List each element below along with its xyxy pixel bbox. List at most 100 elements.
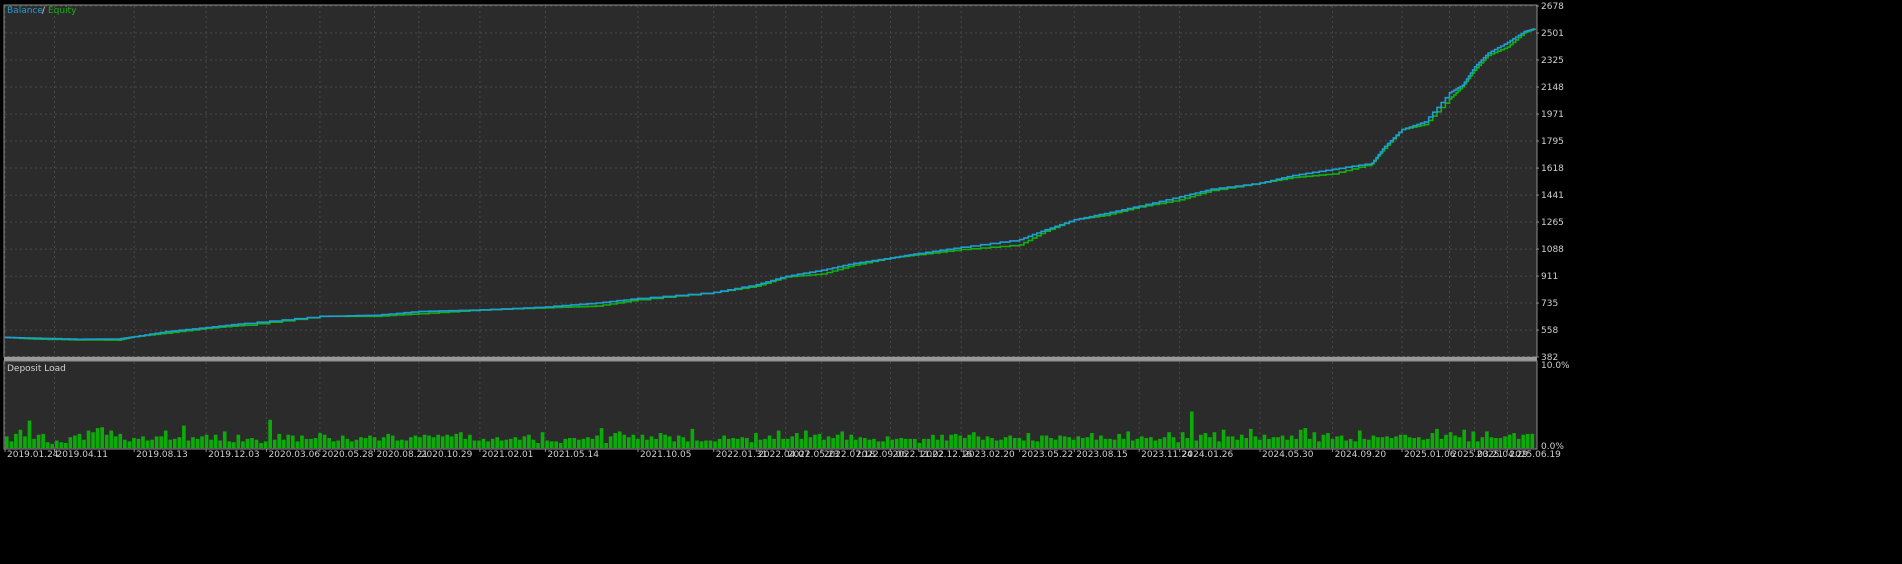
- deposit-load-bar: [486, 441, 490, 448]
- deposit-load-bar: [1294, 438, 1299, 448]
- deposit-load-bar: [331, 441, 336, 448]
- y-tick-label: 1088: [1541, 245, 1564, 255]
- panel-divider[interactable]: [4, 357, 1537, 361]
- deposit-load-bar: [427, 435, 431, 448]
- deposit-load-bar: [731, 438, 736, 448]
- deposit-load-bar: [645, 439, 649, 448]
- deposit-load-bar: [608, 436, 613, 448]
- deposit-load-bar: [291, 435, 295, 448]
- y-tick-label: 2501: [1541, 29, 1564, 39]
- deposit-load-bar: [1439, 438, 1444, 448]
- deposit-load-bar: [5, 436, 9, 448]
- deposit-load-bar: [581, 438, 586, 448]
- deposit-load-bar: [113, 436, 118, 448]
- deposit-load-bar: [1058, 435, 1062, 448]
- x-tick-label: 2020.05.28: [322, 450, 374, 460]
- deposit-load-bar: [713, 441, 717, 448]
- deposit-load-bar: [695, 440, 699, 448]
- x-tick-label: 2019.04.11: [56, 450, 108, 460]
- deposit-load-bar: [917, 443, 922, 448]
- deposit-load-bar: [295, 441, 300, 448]
- deposit-load-bar: [304, 438, 309, 448]
- deposit-load-bar: [91, 432, 95, 448]
- y-tick-label: 2325: [1541, 56, 1564, 66]
- deposit-load-bar: [881, 441, 885, 448]
- deposit-load-bar: [313, 438, 318, 448]
- deposit-load-bar: [204, 434, 209, 448]
- deposit-load-bar: [640, 434, 645, 448]
- deposit-load-bar: [123, 439, 127, 448]
- deposit-load-bar: [704, 440, 708, 448]
- deposit-load-bar: [191, 437, 195, 448]
- deposit-load-bar: [590, 438, 595, 448]
- deposit-load-bar: [86, 430, 91, 448]
- deposit-load-bar: [340, 435, 345, 448]
- deposit-load-bar: [150, 439, 154, 448]
- deposit-load-bar: [163, 430, 168, 448]
- deposit-load-bar: [663, 434, 667, 448]
- deposit-load-bar: [41, 433, 45, 448]
- deposit-load-bar: [1317, 441, 1321, 448]
- deposit-load-bar: [577, 439, 581, 448]
- deposit-load-bar: [545, 440, 549, 448]
- deposit-load-bar: [527, 434, 531, 448]
- deposit-load-bar: [735, 438, 740, 448]
- deposit-load-bar: [1398, 434, 1403, 448]
- y-tick-label: 735: [1541, 299, 1558, 309]
- deposit-load-bar: [531, 439, 536, 448]
- x-tick-label: 2023.02.20: [963, 450, 1015, 460]
- x-tick-label: 2021.05.14: [547, 450, 599, 460]
- deposit-load-bar: [1367, 439, 1371, 448]
- deposit-load-title: Deposit Load: [7, 364, 66, 374]
- deposit-load-bar: [1489, 437, 1494, 448]
- deposit-load-bar: [1117, 433, 1121, 448]
- deposit-load-bar: [1271, 437, 1276, 448]
- deposit-load-bar: [286, 434, 291, 448]
- y-tick-label: 1441: [1541, 191, 1564, 201]
- deposit-load-bar: [454, 433, 459, 448]
- deposit-load-bar: [745, 438, 749, 448]
- deposit-load-bar: [45, 442, 50, 448]
- deposit-load-bar: [1430, 433, 1435, 448]
- deposit-load-bar: [1475, 441, 1480, 448]
- deposit-load-bar: [781, 438, 785, 448]
- deposit-load-bar: [872, 438, 876, 448]
- deposit-load-bar: [549, 441, 554, 448]
- deposit-load-bar: [1335, 436, 1339, 448]
- deposit-load-bar: [863, 438, 867, 448]
- deposit-load-bar: [1516, 438, 1521, 448]
- deposit-load-bar: [799, 438, 804, 448]
- deposit-load-bar: [1525, 433, 1530, 448]
- deposit-load-bar: [95, 428, 100, 448]
- deposit-load-bar: [908, 438, 913, 448]
- deposit-load-bar: [1062, 436, 1067, 448]
- deposit-load-bar: [767, 435, 772, 448]
- deposit-load-bar: [831, 438, 835, 448]
- deposit-load-bar: [817, 433, 822, 448]
- deposit-load-bar: [14, 433, 18, 448]
- x-tick-label: 2019.12.03: [208, 450, 260, 460]
- deposit-load-bar: [431, 437, 436, 448]
- deposit-load-bar: [504, 439, 509, 448]
- deposit-load-bar: [318, 433, 322, 448]
- deposit-load-bar: [195, 438, 200, 448]
- deposit-load-bar: [363, 438, 368, 448]
- deposit-load-bar: [145, 440, 150, 448]
- deposit-load-bar: [386, 433, 390, 448]
- deposit-load-bar: [1221, 429, 1226, 448]
- x-tick-label: 2020.10.29: [421, 450, 473, 460]
- deposit-load-bar: [1503, 436, 1507, 448]
- deposit-load-bar: [259, 443, 263, 448]
- deposit-load-bar: [227, 441, 232, 448]
- deposit-load-bar: [359, 437, 363, 448]
- deposit-load-bar: [177, 437, 182, 448]
- deposit-load-bar: [399, 439, 404, 448]
- deposit-load-bar: [368, 435, 372, 448]
- deposit-load-bar: [236, 434, 241, 448]
- deposit-load-bar: [672, 441, 677, 448]
- deposit-load-bar: [1466, 441, 1471, 448]
- deposit-load-bar: [477, 440, 481, 448]
- deposit-load-bar: [1044, 435, 1049, 448]
- deposit-load-bar: [1453, 435, 1457, 448]
- deposit-load-bar: [826, 436, 831, 448]
